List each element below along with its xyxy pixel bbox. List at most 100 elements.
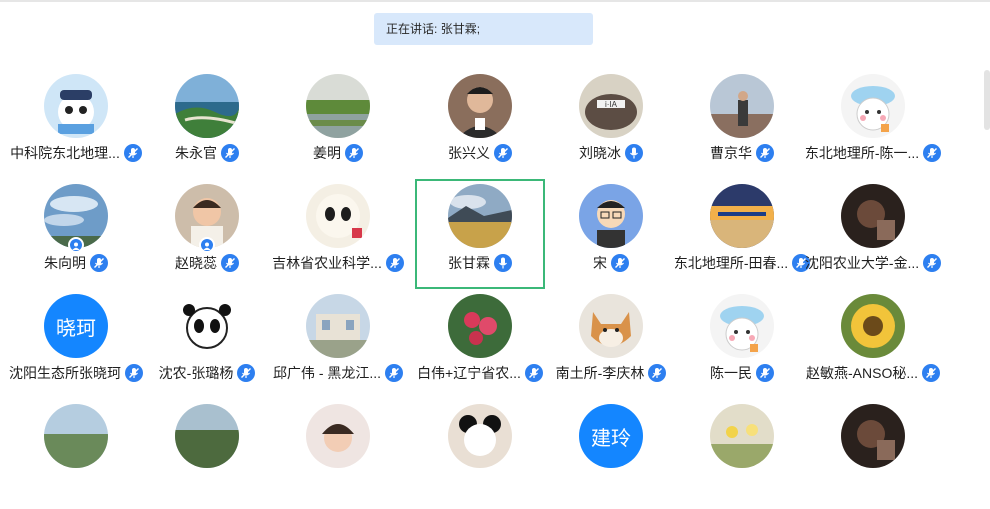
avatar xyxy=(710,294,774,358)
top-divider xyxy=(0,0,990,2)
participant-name-row: 赵敏燕-ANSO秘... xyxy=(806,364,941,382)
participant-name: 朱永官 xyxy=(175,145,217,161)
participant-name-row: 白伟+辽宁省农... xyxy=(415,364,545,382)
participant-name-row: 赵晓蕊 xyxy=(142,254,272,272)
participant-tile[interactable] xyxy=(808,399,938,509)
participant-name: 宋 xyxy=(593,255,607,271)
participant-tile[interactable]: 沈阳农业大学-金... xyxy=(805,179,942,289)
participant-name-row: 东北地理所-田春... xyxy=(673,254,811,272)
avatar: 晓珂 xyxy=(44,294,108,358)
participant-name: 白伟+辽宁省农... xyxy=(417,365,521,381)
participant-tile[interactable]: 赵晓蕊 xyxy=(142,179,272,289)
avatar xyxy=(579,184,643,248)
microphone-muted-icon[interactable] xyxy=(494,144,512,162)
participant-tile[interactable]: 宋 xyxy=(546,179,676,289)
avatar: i·IA xyxy=(579,74,643,138)
microphone-muted-icon[interactable] xyxy=(524,364,543,382)
participant-tile[interactable] xyxy=(415,399,545,509)
avatar xyxy=(579,294,643,358)
avatar xyxy=(306,294,370,358)
microphone-muted-icon[interactable] xyxy=(221,144,239,162)
participant-tile[interactable]: 吉林省农业科学... xyxy=(272,179,404,289)
microphone-muted-icon[interactable] xyxy=(756,144,774,162)
participant-tile[interactable]: 东北地理所-田春... xyxy=(673,179,811,289)
microphone-muted-icon[interactable] xyxy=(923,254,942,272)
avatar xyxy=(841,294,905,358)
participant-name: 南土所-李庆林 xyxy=(555,365,645,381)
participant-name: 沈阳生态所张晓珂 xyxy=(9,365,121,381)
participant-name: 邱广伟 - 黑龙江... xyxy=(272,365,382,381)
participant-name-row: 张兴义 xyxy=(415,144,545,162)
participant-tile[interactable]: 姜明 xyxy=(273,69,403,179)
avatar xyxy=(306,404,370,468)
microphone-muted-icon[interactable] xyxy=(125,364,143,382)
participant-name-row: 东北地理所-陈一... xyxy=(804,144,942,162)
participant-tile[interactable]: 白伟+辽宁省农... xyxy=(415,289,545,399)
participant-tile[interactable] xyxy=(677,399,807,509)
participant-name-row: 曹京华 xyxy=(677,144,807,162)
participant-tile[interactable]: 陈一民 xyxy=(677,289,807,399)
participant-name: 东北地理所-田春... xyxy=(673,255,789,271)
participant-name: 赵晓蕊 xyxy=(175,255,217,271)
microphone-muted-icon[interactable] xyxy=(611,254,629,272)
participant-name-row: 吉林省农业科学... xyxy=(272,254,404,272)
microphone-muted-icon[interactable] xyxy=(756,364,774,382)
participant-name: 姜明 xyxy=(313,145,341,161)
avatar xyxy=(448,404,512,468)
participant-tile[interactable]: 东北地理所-陈一... xyxy=(804,69,942,179)
speaking-names: 张甘霖; xyxy=(440,22,481,36)
participant-tile[interactable]: 赵敏燕-ANSO秘... xyxy=(806,289,941,399)
microphone-icon[interactable] xyxy=(625,144,643,162)
microphone-muted-icon[interactable] xyxy=(923,144,942,162)
microphone-muted-icon[interactable] xyxy=(385,364,404,382)
microphone-icon[interactable] xyxy=(494,254,512,272)
participant-tile[interactable] xyxy=(11,399,141,509)
participant-tile[interactable]: 南土所-李庆林 xyxy=(546,289,676,399)
microphone-muted-icon[interactable] xyxy=(922,364,941,382)
participant-name-row: 朱向明 xyxy=(11,254,141,272)
participant-role-icon xyxy=(199,237,215,253)
participant-tile[interactable]: 朱永官 xyxy=(142,69,272,179)
participant-tile[interactable]: 中科院东北地理... xyxy=(10,69,142,179)
avatar xyxy=(841,184,905,248)
avatar xyxy=(710,74,774,138)
avatar-text: 晓珂 xyxy=(44,294,108,358)
avatar xyxy=(175,404,239,468)
participant-name-row: 宋 xyxy=(546,254,676,272)
avatar xyxy=(306,74,370,138)
avatar xyxy=(175,74,239,138)
participant-tile[interactable]: 建玲 xyxy=(546,399,676,509)
participant-tile[interactable]: 曹京华 xyxy=(677,69,807,179)
participant-tile[interactable]: 张兴义 xyxy=(415,69,545,179)
microphone-muted-icon[interactable] xyxy=(221,254,239,272)
microphone-muted-icon[interactable] xyxy=(345,144,363,162)
avatar xyxy=(448,184,512,248)
participant-tile[interactable] xyxy=(273,399,403,509)
avatar xyxy=(44,404,108,468)
avatar-text: 建玲 xyxy=(579,404,643,468)
participant-tile[interactable]: 晓珂沈阳生态所张晓珂 xyxy=(9,289,143,399)
participant-tile[interactable]: 张甘霖 xyxy=(415,179,545,289)
participant-tile[interactable]: i·IA 刘晓冰 xyxy=(546,69,676,179)
vertical-scrollbar[interactable] xyxy=(984,70,990,130)
participant-name-row: 陈一民 xyxy=(677,364,807,382)
speaking-banner: 正在讲话: 张甘霖; xyxy=(374,13,593,45)
microphone-muted-icon[interactable] xyxy=(90,254,108,272)
participant-name: 沈农-张璐杨 xyxy=(158,365,234,381)
microphone-muted-icon[interactable] xyxy=(385,254,404,272)
microphone-muted-icon[interactable] xyxy=(648,364,667,382)
participant-role-icon xyxy=(68,237,84,253)
participant-name: 赵敏燕-ANSO秘... xyxy=(806,365,919,381)
avatar xyxy=(448,294,512,358)
participant-tile[interactable] xyxy=(142,399,272,509)
participant-name-row: 刘晓冰 xyxy=(546,144,676,162)
microphone-muted-icon[interactable] xyxy=(237,364,256,382)
participant-name-row: 朱永官 xyxy=(142,144,272,162)
participant-tile[interactable]: 沈农-张璐杨 xyxy=(142,289,272,399)
participant-name: 东北地理所-陈一... xyxy=(804,145,920,161)
avatar xyxy=(44,74,108,138)
participant-tile[interactable]: 朱向明 xyxy=(11,179,141,289)
microphone-muted-icon[interactable] xyxy=(123,144,142,162)
participant-tile[interactable]: 邱广伟 - 黑龙江... xyxy=(272,289,404,399)
participant-name: 曹京华 xyxy=(710,145,752,161)
